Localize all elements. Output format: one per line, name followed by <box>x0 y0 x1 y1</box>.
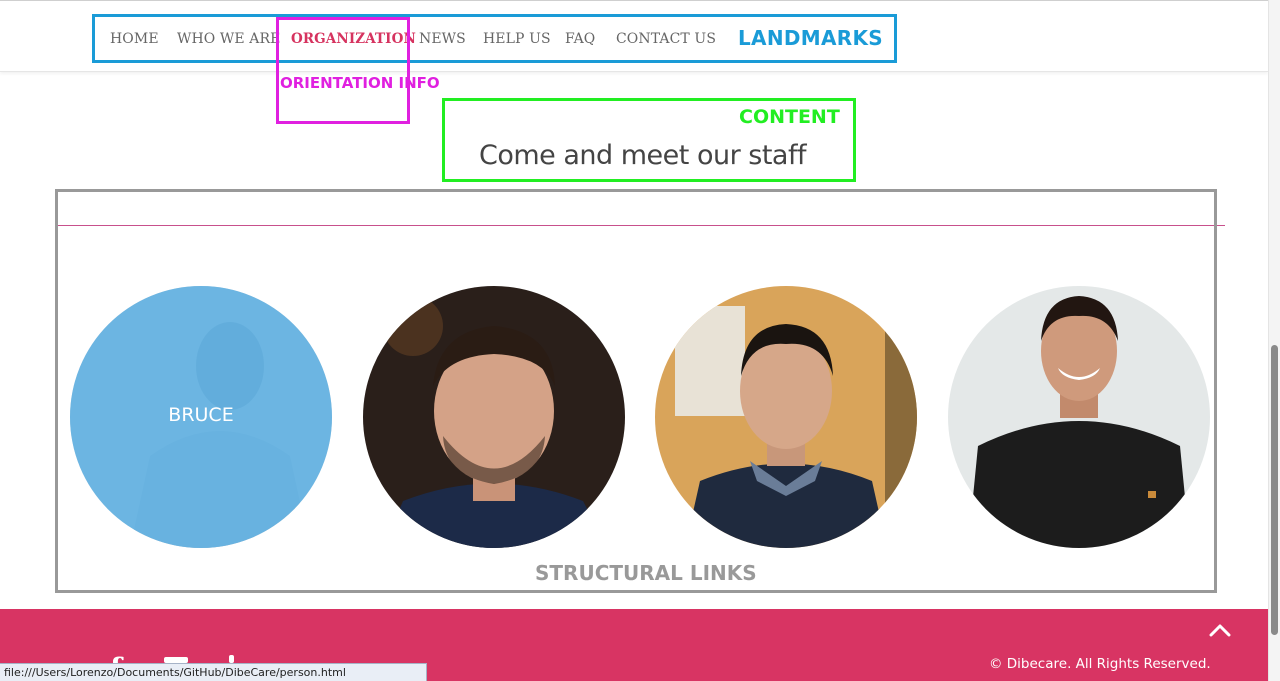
nav-home[interactable]: HOME <box>110 31 159 47</box>
browser-status-bar: file:///Users/Lorenzo/Documents/GitHub/D… <box>0 663 427 681</box>
staff-photo <box>948 286 1210 548</box>
nav-organization[interactable]: ORGANIZATION <box>291 31 416 47</box>
staff-card-3[interactable] <box>655 286 917 548</box>
footer-copyright: © Dibecare. All Rights Reserved. <box>989 656 1211 672</box>
staff-photo <box>655 286 917 548</box>
orientation-annotation-label: ORIENTATION INFO <box>280 74 440 92</box>
staff-card-bruce[interactable]: BRUCE <box>70 286 332 548</box>
staff-name: BRUCE <box>168 404 234 426</box>
scrollbar-thumb[interactable] <box>1271 345 1278 635</box>
nav-who-we-are[interactable]: WHO WE ARE <box>177 31 280 47</box>
linkedin-icon[interactable] <box>229 655 234 663</box>
content-annotation-label: CONTENT <box>739 106 840 128</box>
nav-faq[interactable]: FAQ <box>565 31 595 47</box>
nav-contact-us[interactable]: CONTACT US <box>616 31 716 47</box>
landmarks-annotation-label: LANDMARKS <box>738 26 883 50</box>
page-title: Come and meet our staff <box>479 140 806 171</box>
staff-card-2[interactable] <box>363 286 625 548</box>
nav-help-us[interactable]: HELP US <box>483 31 551 47</box>
site-header: HOME WHO WE ARE ORGANIZATION NEWS HELP U… <box>0 0 1268 72</box>
structural-links-annotation-label: STRUCTURAL LINKS <box>535 561 757 585</box>
page-scrollbar[interactable] <box>1268 0 1280 681</box>
back-to-top-icon[interactable] <box>1205 617 1235 645</box>
section-divider <box>58 225 1225 226</box>
staff-photo <box>363 286 625 548</box>
nav-news[interactable]: NEWS <box>419 31 466 47</box>
staff-card-4[interactable] <box>948 286 1210 548</box>
